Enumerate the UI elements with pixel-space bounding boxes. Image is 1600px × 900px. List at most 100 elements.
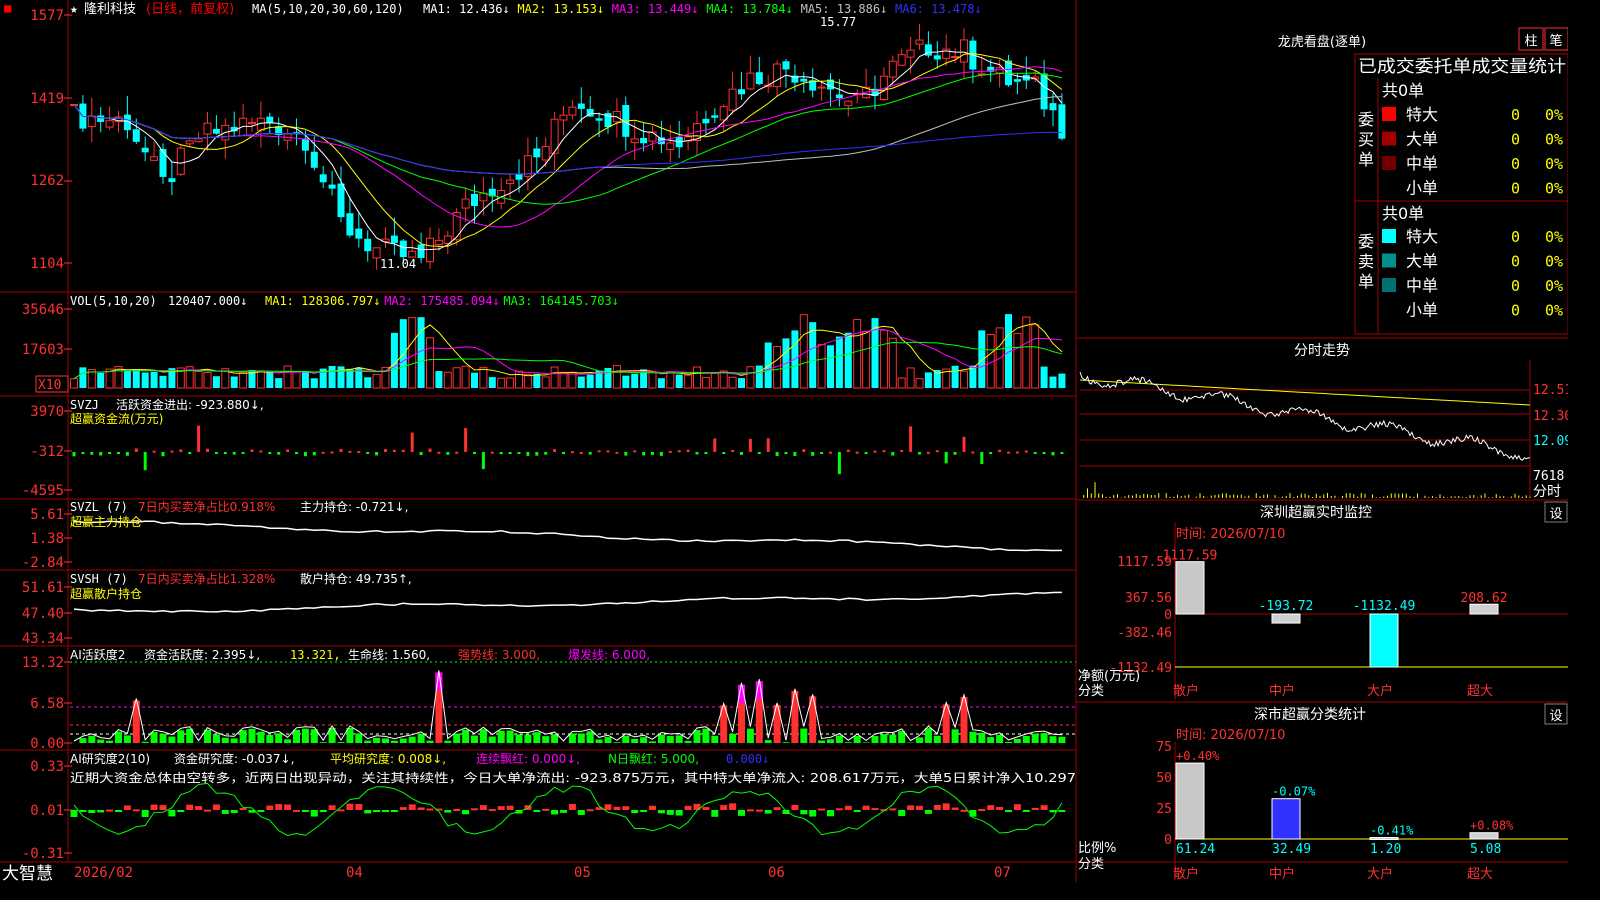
ma-legend-item: MA6: 13.478↓: [895, 2, 982, 16]
research-bar: [301, 810, 309, 812]
row-pct: 0%: [1545, 155, 1563, 173]
row-count: 0: [1511, 155, 1520, 173]
monitor-category: 中户: [1269, 683, 1295, 699]
x-tick: 2026/02: [74, 865, 133, 881]
flow-bar: [134, 448, 138, 452]
classify-settings-label[interactable]: 设: [1549, 709, 1562, 724]
flow-bar: [579, 451, 583, 454]
candle-body: [87, 115, 96, 128]
candle-body: [434, 239, 443, 246]
flow-bar: [117, 452, 120, 454]
volume-bar: [97, 372, 105, 388]
row-pct: 0%: [1545, 277, 1563, 295]
volume-bar: [301, 371, 309, 388]
stats-header: 已成交委托单成交量统计: [1358, 57, 1566, 77]
flow-bar: [366, 452, 370, 454]
activity-bar: [373, 737, 381, 743]
flow-bar: [259, 450, 263, 453]
research-bar: [506, 805, 514, 810]
ai-research-desc: N日飘红: 5.000,: [608, 751, 699, 766]
candle-body: [399, 240, 407, 258]
activity-bar: [649, 741, 656, 743]
candle-body: [577, 103, 585, 109]
volume-bar: [372, 374, 381, 389]
kline-chart[interactable]: [70, 23, 1066, 270]
volume-bar: [657, 378, 665, 388]
research-bar: [666, 810, 674, 815]
y-tick: 0.01: [30, 803, 64, 819]
research-bar: [978, 809, 986, 812]
ai-active-desc: 爆发线: 6.000,: [568, 647, 650, 662]
candle-body: [1058, 104, 1066, 139]
monitor-settings-label[interactable]: 设: [1549, 507, 1562, 522]
holding-line: [73, 520, 1062, 552]
intraday-tick: 12.51: [1533, 383, 1568, 398]
vertical-char: 买: [1358, 130, 1374, 149]
flow-bar: [989, 452, 993, 455]
volume-bar: [256, 370, 265, 389]
y-tick: 5.61: [30, 507, 64, 523]
y-tick: -4595: [22, 483, 64, 499]
research-bar: [284, 804, 292, 810]
tab-tick-label[interactable]: 笔: [1549, 33, 1562, 49]
flow-bar: [918, 452, 921, 455]
tab-bar-label[interactable]: 柱: [1524, 34, 1537, 49]
flow-bar: [473, 452, 476, 454]
activity-bar: [159, 733, 167, 743]
candle-body: [1040, 73, 1048, 110]
flow-bar: [544, 452, 548, 455]
candle-body: [719, 106, 728, 121]
research-bar: [141, 810, 149, 817]
volume-bar: [827, 345, 834, 388]
candle-body: [995, 67, 1004, 74]
buy-label: 委买单: [1358, 110, 1374, 169]
flow-bar: [1024, 450, 1028, 453]
y-tick: 0.00: [30, 736, 64, 752]
intraday-tick: 12.30: [1533, 409, 1568, 424]
flow-bar: [775, 452, 779, 457]
flow-bar: [820, 452, 824, 454]
activity-bar: [471, 735, 478, 743]
volume-bar: [701, 376, 710, 389]
classify-tick: 0: [1164, 833, 1172, 848]
classify-value: 32.49: [1272, 842, 1311, 857]
classify-category: 大户: [1367, 866, 1393, 882]
flow-bar: [891, 452, 895, 456]
flow-bar: [392, 449, 396, 452]
activity-bar: [426, 740, 434, 743]
row-name: 大单: [1406, 130, 1438, 149]
activity-bar: [239, 730, 247, 743]
brand-logo: 大智慧: [2, 864, 53, 882]
chart-mode[interactable]: (日线，前复权): [146, 1, 234, 17]
volume-bar: [541, 376, 550, 389]
volume-bar: [310, 378, 318, 388]
volume-bar: [728, 376, 737, 389]
volume-bar: [604, 368, 612, 388]
classify-value: 1.20: [1370, 842, 1401, 857]
activity-bar: [150, 732, 158, 743]
y-tick: 3970: [30, 404, 64, 420]
research-bar: [818, 808, 826, 811]
volume-bar: [924, 372, 932, 388]
volume-bar: [328, 365, 336, 388]
activity-bar: [577, 733, 585, 743]
flow-bar: [437, 451, 441, 454]
y-tick: 1577: [30, 8, 64, 24]
research-bar: [755, 809, 763, 812]
volume-bar: [471, 372, 478, 388]
monitor-tick: 367.56: [1125, 591, 1172, 606]
research-bar: [159, 805, 167, 810]
activity-bar: [764, 740, 772, 743]
volume-bar: [960, 370, 968, 389]
classify-tick: 25: [1156, 802, 1172, 817]
research-bar: [106, 809, 114, 812]
research-bar: [853, 810, 861, 812]
ai-active-desc: 13.321,: [290, 648, 341, 662]
flow-bar: [971, 451, 975, 454]
volume-bar: [559, 371, 568, 389]
volume-bar: [710, 372, 719, 389]
research-bar: [542, 808, 550, 811]
flow-bar: [748, 438, 752, 452]
candle-body: [1049, 103, 1057, 111]
activity-bar: [657, 734, 665, 743]
